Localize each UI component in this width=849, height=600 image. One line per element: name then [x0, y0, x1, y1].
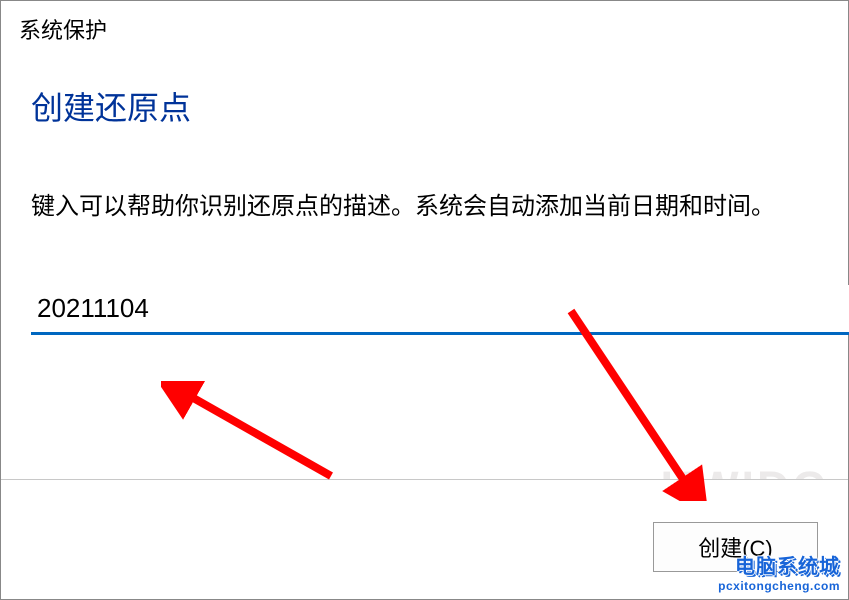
site-watermark: 电脑系统城 pcxitongcheng.com [718, 550, 840, 593]
dialog-description: 键入可以帮助你识别还原点的描述。系统会自动添加当前日期和时间。 [1, 139, 848, 245]
watermark-en: pcxitongcheng.com [718, 579, 840, 593]
annotation-arrow-icon [161, 381, 341, 481]
restore-point-input-wrap [31, 285, 849, 335]
window-title: 系统保护 [1, 1, 848, 53]
system-protection-dialog: 系统保护 创建还原点 键入可以帮助你识别还原点的描述。系统会自动添加当前日期和时… [0, 0, 849, 600]
watermark-cn: 电脑系统城 [718, 550, 840, 579]
restore-point-name-input[interactable] [31, 285, 849, 335]
dialog-heading: 创建还原点 [1, 53, 848, 139]
